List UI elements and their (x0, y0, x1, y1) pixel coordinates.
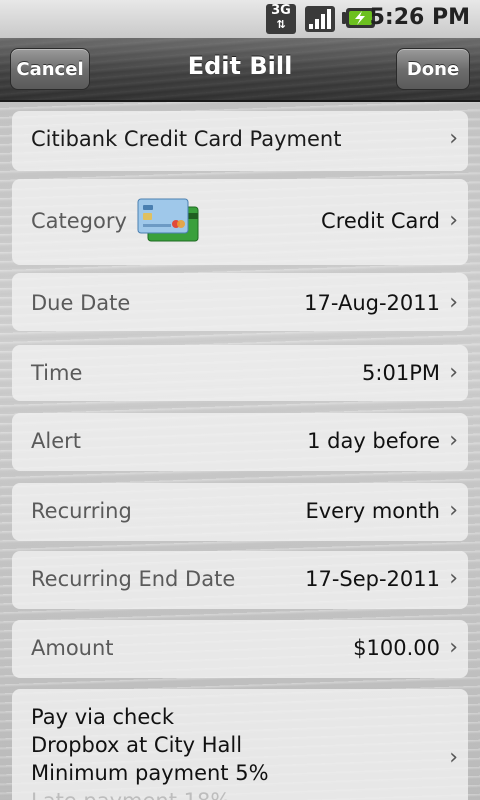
amount-value: $100.00 (353, 636, 440, 660)
bill-name: Citibank Credit Card Payment (31, 127, 342, 151)
alert-row[interactable]: Alert 1 day before › (12, 413, 468, 471)
network-label: 3G (271, 3, 291, 18)
network-3g-icon: 3G ⇅ (266, 4, 296, 34)
credit-card-icon (137, 198, 199, 242)
category-row[interactable]: Category Credit Card › (12, 179, 468, 265)
recurring-value: Every month (305, 499, 440, 523)
chevron-right-icon: › (449, 428, 458, 453)
notes-line: Minimum payment 5% (31, 761, 269, 785)
done-button[interactable]: Done (396, 48, 470, 90)
alert-value: 1 day before (307, 429, 440, 453)
recurring-end-date-label: Recurring End Date (31, 567, 236, 591)
data-arrows-icon: ⇅ (276, 18, 286, 31)
signal-strength-icon (305, 6, 335, 32)
notes-line: Dropbox at City Hall (31, 733, 243, 757)
amount-label: Amount (31, 636, 114, 660)
recurring-label: Recurring (31, 499, 132, 523)
time-row[interactable]: Time 5:01PM › (12, 345, 468, 401)
notes-line: Late payment 18% (31, 789, 230, 800)
notes-row[interactable]: Pay via check Dropbox at City Hall Minim… (12, 689, 468, 800)
notes-line: Pay via check (31, 705, 174, 729)
category-label: Category (31, 209, 127, 233)
due-date-label: Due Date (31, 291, 131, 315)
alert-label: Alert (31, 429, 81, 453)
status-clock: 5:26 PM (369, 5, 470, 30)
status-bar: 3G ⇅ 5:26 PM (0, 0, 480, 39)
screen: 3G ⇅ 5:26 PM Cancel Edit Bill Done Citib… (0, 0, 480, 800)
chevron-right-icon: › (449, 208, 458, 233)
chevron-right-icon: › (449, 745, 458, 770)
category-value: Credit Card (321, 209, 440, 233)
time-value: 5:01PM (362, 361, 440, 385)
time-label: Time (31, 361, 83, 385)
chevron-right-icon: › (449, 566, 458, 591)
amount-row[interactable]: Amount $100.00 › (12, 620, 468, 678)
recurring-end-date-value: 17-Sep-2011 (305, 567, 440, 591)
due-date-value: 17-Aug-2011 (304, 291, 440, 315)
chevron-right-icon: › (449, 290, 458, 315)
title-bar: Cancel Edit Bill Done (0, 38, 480, 102)
chevron-right-icon: › (449, 498, 458, 523)
chevron-right-icon: › (449, 635, 458, 660)
bill-name-row[interactable]: Citibank Credit Card Payment › (12, 111, 468, 171)
chevron-right-icon: › (449, 360, 458, 385)
chevron-right-icon: › (449, 126, 458, 151)
due-date-row[interactable]: Due Date 17-Aug-2011 › (12, 273, 468, 331)
recurring-end-date-row[interactable]: Recurring End Date 17-Sep-2011 › (12, 551, 468, 609)
recurring-row[interactable]: Recurring Every month › (12, 483, 468, 541)
